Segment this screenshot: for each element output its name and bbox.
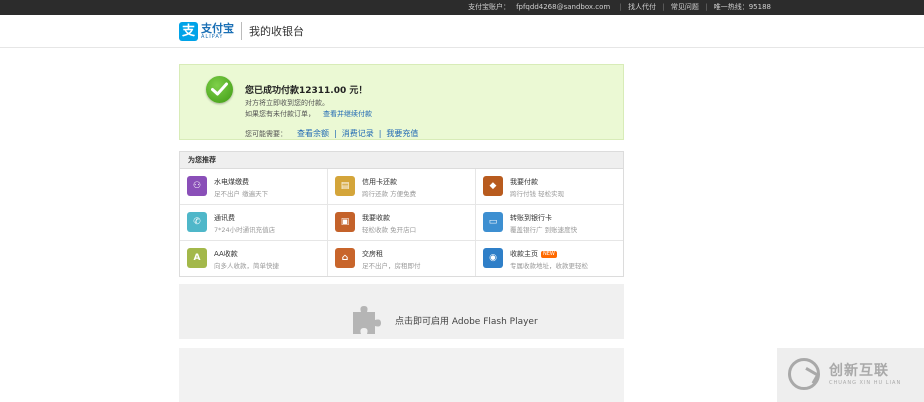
- top-up-link[interactable]: 我要充值: [386, 128, 418, 139]
- utilities-icon: ⚇: [187, 176, 207, 196]
- recommend-item-title-text: 水电煤缴费: [214, 178, 249, 186]
- watermark-logo: 创新互联 CHUANG XIN HU LIAN: [777, 348, 924, 402]
- view-balance-link[interactable]: 查看余额: [297, 128, 329, 139]
- recommend-item[interactable]: ◆ 我要付款跨行付钱 轻松实现: [476, 169, 623, 205]
- credit-card-icon: ▤: [335, 176, 355, 196]
- recommend-item[interactable]: ▤ 信用卡还款跨行还款 方便免费: [328, 169, 476, 205]
- recommend-item-desc: 跨行付钱 轻松实现: [510, 190, 565, 198]
- recommend-item-desc: 专属收款地址，收款更轻松: [510, 262, 588, 270]
- recommend-item-title: 水电煤缴费: [214, 177, 249, 187]
- success-message: 对方将立即收到您的付款。: [245, 99, 329, 107]
- faq-link[interactable]: 常见问题: [671, 3, 699, 11]
- unpaid-orders-text: 如果您有未付款订单，: [245, 110, 315, 118]
- recommend-item-title: 通讯费: [214, 213, 235, 223]
- aa-icon: A: [187, 248, 207, 268]
- rent-icon: ⌂: [335, 248, 355, 268]
- flash-enable-text: 点击即可启用 Adobe Flash Player: [395, 317, 538, 327]
- puzzle-plugin-icon: [353, 306, 381, 334]
- recommend-item-title: 我要收款: [362, 213, 390, 223]
- find-agent-link[interactable]: 找人代付: [628, 3, 656, 11]
- recommend-item-title: AA收款: [214, 249, 238, 259]
- logo-en: ALIPAY: [201, 33, 224, 40]
- alipay-logo[interactable]: 支 支付宝 ALIPAY 我的收银台: [179, 21, 304, 41]
- top-bar: 支付宝账户： fpfqdd4268@sandbox.com | 找人代付 | 常见…: [0, 0, 924, 15]
- recommend-item-desc: 跨行还款 方便免费: [362, 190, 417, 198]
- recommend-item[interactable]: ⚇ 水电煤缴费足不出户 缴遍天下: [180, 169, 328, 205]
- watermark-en: CHUANG XIN HU LIAN: [829, 380, 902, 386]
- recommend-item-title-text: 收款主页: [510, 250, 538, 258]
- recommend-item[interactable]: ⌂ 交房租足不出户，房租即付: [328, 241, 476, 276]
- recommend-item-title: 交房租: [362, 249, 383, 259]
- recommend-item-desc: 向多人收款，简单快捷: [214, 262, 279, 270]
- recommend-item-title-text: 交房租: [362, 250, 383, 258]
- homepage-icon: ◉: [483, 248, 503, 268]
- receive-icon: ▣: [335, 212, 355, 232]
- divider: |: [334, 129, 337, 138]
- recommend-item[interactable]: ▭ 转账到银行卡覆盖银行广 到账速度快: [476, 205, 623, 241]
- account-name[interactable]: fpfqdd4268@sandbox.com: [516, 3, 610, 11]
- suggested-actions: 您可能需要： 查看余额 | 消费记录 | 我要充值: [245, 128, 418, 139]
- continue-payment-link[interactable]: 查看并继续付款: [323, 110, 372, 118]
- recommendations-heading: 为您推荐: [180, 152, 623, 169]
- recommend-item-title: 信用卡还款: [362, 177, 397, 187]
- logo-cn: 支付宝: [201, 21, 234, 35]
- topbar-links: 支付宝账户： fpfqdd4268@sandbox.com | 找人代付 | 常见…: [462, 2, 774, 13]
- logo-text: 支付宝 ALIPAY: [201, 23, 234, 40]
- recommend-item-title-text: AA收款: [214, 250, 238, 258]
- divider: |: [378, 129, 382, 138]
- success-check-icon: [206, 76, 233, 103]
- recommend-item-title-text: 信用卡还款: [362, 178, 397, 186]
- recommend-item-title: 收款主页 NEW: [510, 249, 557, 259]
- recommend-item[interactable]: ▣ 我要收款轻松收款 免开店口: [328, 205, 476, 241]
- recommend-item-desc: 足不出户，房租即付: [362, 262, 421, 270]
- bank-transfer-icon: ▭: [483, 212, 503, 232]
- recommend-item-title: 转账到银行卡: [510, 213, 552, 223]
- account-info: 支付宝账户： fpfqdd4268@sandbox.com: [465, 3, 613, 11]
- recommend-item-title-text: 转账到银行卡: [510, 214, 552, 222]
- new-badge: NEW: [541, 250, 557, 258]
- watermark-icon: [788, 358, 820, 390]
- recommend-item-title-text: 我要收款: [362, 214, 390, 222]
- hotline-text: 唯一热线：95188: [713, 3, 771, 11]
- divider: |: [705, 3, 708, 11]
- pay-icon: ◆: [483, 176, 503, 196]
- logo-divider: [241, 22, 242, 40]
- divider: |: [662, 3, 665, 11]
- recommend-item-desc: 轻松收款 免开店口: [362, 226, 417, 234]
- recommend-item-title-text: 通讯费: [214, 214, 235, 222]
- watermark-cn: 创新互联: [829, 363, 889, 379]
- payment-success-panel: 您已成功付款12311.00 元！ 对方将立即收到您的付款。 如果您有未付款订单…: [179, 64, 624, 140]
- recommendations-grid: ⚇ 水电煤缴费足不出户 缴遍天下 ▤ 信用卡还款跨行还款 方便免费 ◆ 我要付款跨行付钱 …: [180, 169, 623, 276]
- recommend-item[interactable]: ◉ 收款主页 NEW 专属收款地址，收款更轻松: [476, 241, 623, 276]
- success-title: 您已成功付款12311.00 元！: [245, 86, 368, 96]
- recommend-item[interactable]: A AA收款向多人收款，简单快捷: [180, 241, 328, 276]
- recommend-item-title: 我要付款: [510, 177, 538, 187]
- account-label: 支付宝账户：: [468, 3, 511, 11]
- suggested-label: 您可能需要：: [245, 129, 287, 138]
- recommend-item-desc: 7*24小时通讯充值店: [214, 226, 276, 234]
- transaction-history-link[interactable]: 消费记录: [342, 128, 374, 139]
- phone-icon: ✆: [187, 212, 207, 232]
- divider: |: [619, 3, 622, 11]
- content-placeholder: [179, 348, 624, 402]
- page-title: 我的收银台: [249, 25, 304, 38]
- recommend-item-title-text: 我要付款: [510, 178, 538, 186]
- recommend-item[interactable]: ✆ 通讯费 7*24小时通讯充值店: [180, 205, 328, 241]
- recommend-item-desc: 覆盖银行广 到账速度快: [510, 226, 578, 234]
- recommend-item-desc: 足不出户 缴遍天下: [214, 190, 269, 198]
- flash-placeholder[interactable]: 点击即可启用 Adobe Flash Player: [179, 284, 624, 339]
- alipay-logo-icon: 支: [179, 21, 198, 41]
- recommendations-panel: 为您推荐 ⚇ 水电煤缴费足不出户 缴遍天下 ▤ 信用卡还款跨行还款 方便免费 ◆ 我要付款…: [179, 151, 624, 277]
- unpaid-orders-line: 如果您有未付款订单， 查看并继续付款: [245, 109, 372, 119]
- header: 支 支付宝 ALIPAY 我的收银台: [0, 15, 924, 48]
